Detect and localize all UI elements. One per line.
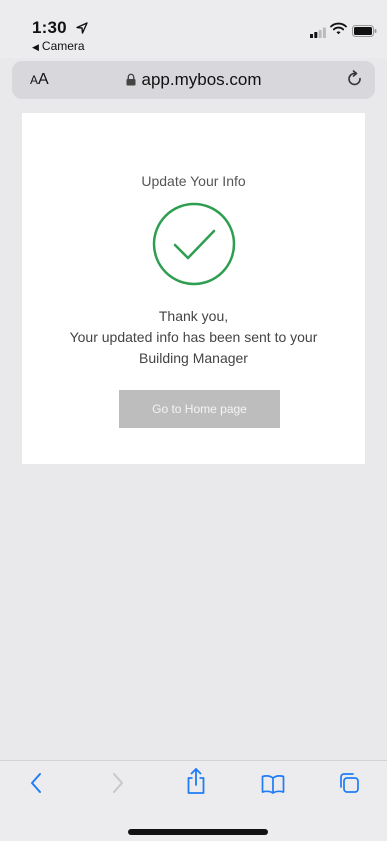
lock-icon bbox=[126, 71, 136, 91]
location-arrow-icon bbox=[76, 19, 88, 39]
cellular-signal-icon bbox=[310, 25, 326, 43]
confirmation-message: Thank you, Your updated info has been se… bbox=[22, 306, 365, 369]
message-line-2: Your updated info has been sent to your bbox=[69, 329, 318, 345]
wifi-icon bbox=[330, 22, 347, 40]
forward-icon[interactable] bbox=[110, 771, 126, 800]
back-triangle-icon: ◀ bbox=[32, 42, 39, 52]
go-to-home-button[interactable]: Go to Home page bbox=[119, 390, 280, 428]
message-line-1: Thank you, bbox=[158, 308, 229, 324]
confirmation-card: Update Your Info Thank you, Your updated… bbox=[22, 113, 365, 464]
url-display[interactable]: app.mybos.com bbox=[12, 70, 375, 91]
success-check-icon bbox=[152, 202, 236, 291]
status-bar: 1:30 ◀ Camera bbox=[0, 0, 387, 58]
reload-icon[interactable] bbox=[347, 70, 363, 93]
back-app-label: Camera bbox=[41, 39, 85, 53]
bookmarks-icon[interactable] bbox=[261, 774, 285, 799]
address-bar[interactable]: AA app.mybos.com bbox=[12, 61, 375, 99]
status-time-text: 1:30 bbox=[32, 18, 67, 37]
back-icon[interactable] bbox=[28, 771, 44, 800]
back-to-app-link[interactable]: ◀ Camera bbox=[32, 39, 85, 53]
home-indicator bbox=[128, 829, 268, 835]
tabs-icon[interactable] bbox=[338, 772, 360, 799]
page-content: Update Your Info Thank you, Your updated… bbox=[0, 100, 387, 760]
url-text: app.mybos.com bbox=[141, 70, 262, 89]
battery-icon bbox=[352, 24, 377, 42]
message-line-3: Building Manager bbox=[139, 350, 248, 366]
card-title: Update Your Info bbox=[141, 173, 246, 189]
share-icon[interactable] bbox=[186, 767, 206, 800]
status-time: 1:30 bbox=[32, 18, 88, 39]
